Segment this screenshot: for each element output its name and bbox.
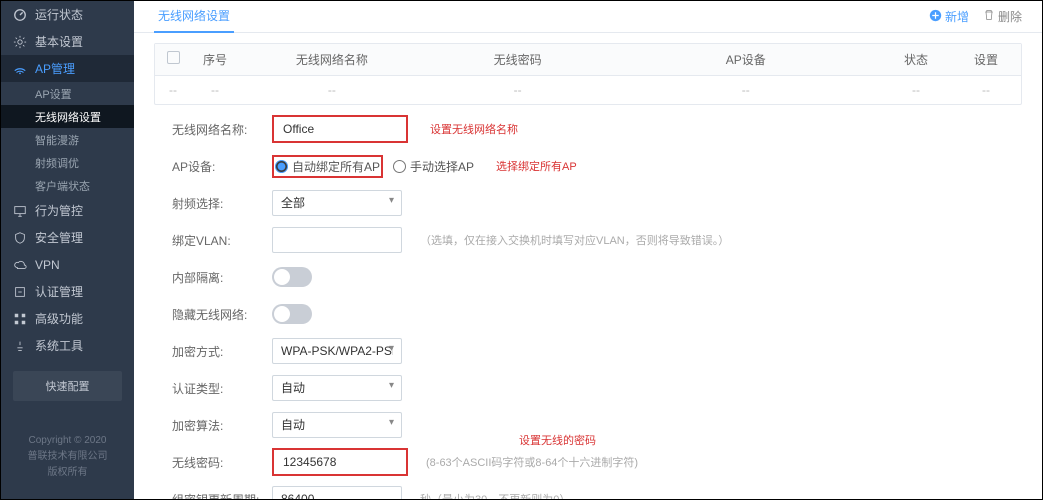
label-enc: 加密方式: bbox=[172, 343, 272, 360]
delete-button[interactable]: 删除 bbox=[983, 8, 1022, 25]
main: 无线网络设置 新增 删除 序号 无线网络名称 无线密码 AP设备 状态 bbox=[134, 1, 1042, 499]
label-name: 无线网络名称: bbox=[172, 121, 272, 138]
algorithm-select[interactable]: 自动 bbox=[272, 412, 402, 438]
vlan-input[interactable] bbox=[272, 227, 402, 253]
th-ap: AP设备 bbox=[610, 44, 881, 75]
note-name: 设置无线网络名称 bbox=[430, 121, 518, 137]
sidebar-item-status[interactable]: 运行状态 bbox=[1, 1, 134, 28]
hint-pwd: (8-63个ASCII码字符或8-64个十六进制字符) bbox=[426, 454, 638, 470]
auth-icon bbox=[13, 285, 27, 299]
highlight-name bbox=[272, 115, 408, 143]
monitor-icon bbox=[13, 204, 27, 218]
sidebar-item-label: VPN bbox=[35, 258, 60, 272]
sidebar-item-ap[interactable]: AP管理 bbox=[1, 55, 134, 82]
label-pwd: 无线密码: bbox=[172, 454, 272, 471]
dashboard-icon bbox=[13, 8, 27, 22]
sidebar-item-auth[interactable]: 认证管理 bbox=[1, 278, 134, 305]
label-auth: 认证类型: bbox=[172, 380, 272, 397]
label-vlan: 绑定VLAN: bbox=[172, 232, 272, 249]
cloud-icon bbox=[13, 258, 27, 272]
sidebar-item-tools[interactable]: 系统工具 bbox=[1, 332, 134, 359]
label-band: 射频选择: bbox=[172, 195, 272, 212]
sidebar-item-label: 行为管控 bbox=[35, 202, 83, 219]
highlight-ap: 自动绑定所有AP bbox=[272, 155, 383, 178]
sidebar-sub-roaming[interactable]: 智能漫游 bbox=[1, 128, 134, 151]
apps-icon bbox=[13, 312, 27, 326]
th-seq: 序号 bbox=[191, 44, 239, 75]
rekey-input[interactable] bbox=[272, 486, 402, 499]
trash-icon bbox=[983, 9, 995, 24]
th-name: 无线网络名称 bbox=[239, 44, 425, 75]
encryption-select[interactable]: WPA-PSK/WPA2-PSK（推 bbox=[272, 338, 402, 364]
sidebar-item-vpn[interactable]: VPN bbox=[1, 251, 134, 278]
label-isolate: 内部隔离: bbox=[172, 269, 272, 286]
radio-auto-bind[interactable]: 自动绑定所有AP bbox=[275, 158, 380, 175]
label-rekey: 组密钥更新周期: bbox=[172, 491, 272, 500]
hint-vlan: （选填，仅在接入交换机时填写对应VLAN，否则将导致错误。） bbox=[420, 232, 729, 248]
hint-rekey: 秒（最小为30，不更新则为0） bbox=[420, 491, 570, 499]
label-hide: 隐藏无线网络: bbox=[172, 306, 272, 323]
sidebar-footer: Copyright © 2020 普联技术有限公司 版权所有 bbox=[1, 421, 134, 499]
wireless-table: 序号 无线网络名称 无线密码 AP设备 状态 设置 -- -- -- -- --… bbox=[154, 43, 1022, 105]
sidebar-sub-wireless[interactable]: 无线网络设置 bbox=[1, 105, 134, 128]
gear-icon bbox=[13, 35, 27, 49]
shield-icon bbox=[13, 231, 27, 245]
sidebar-item-behavior[interactable]: 行为管控 bbox=[1, 197, 134, 224]
sidebar-item-advanced[interactable]: 高级功能 bbox=[1, 305, 134, 332]
sidebar-sub-rf[interactable]: 射频调优 bbox=[1, 151, 134, 174]
table-row-empty: -- -- -- -- -- -- -- bbox=[155, 76, 1021, 104]
sidebar-item-label: 安全管理 bbox=[35, 229, 83, 246]
sidebar-item-label: 认证管理 bbox=[35, 283, 83, 300]
note-ap: 选择绑定所有AP bbox=[496, 158, 577, 174]
add-button[interactable]: 新增 bbox=[929, 8, 969, 25]
quick-config-button[interactable]: 快速配置 bbox=[13, 371, 122, 401]
sidebar-item-basic[interactable]: 基本设置 bbox=[1, 28, 134, 55]
ssid-input[interactable] bbox=[275, 118, 405, 140]
password-input[interactable] bbox=[275, 451, 405, 473]
label-algo: 加密算法: bbox=[172, 417, 272, 434]
th-setting: 设置 bbox=[951, 44, 1021, 75]
sidebar-item-security[interactable]: 安全管理 bbox=[1, 224, 134, 251]
highlight-pwd bbox=[272, 448, 408, 476]
auth-type-select[interactable]: 自动 bbox=[272, 375, 402, 401]
ap-icon bbox=[13, 62, 27, 76]
sidebar: 运行状态 基本设置 AP管理 AP设置 无线网络设置 智能漫游 射频调优 客户端… bbox=[1, 1, 134, 499]
sidebar-item-label: 高级功能 bbox=[35, 310, 83, 327]
sidebar-item-label: 系统工具 bbox=[35, 337, 83, 354]
label-ap: AP设备: bbox=[172, 158, 272, 175]
band-select[interactable]: 全部 bbox=[272, 190, 402, 216]
sidebar-item-label: 基本设置 bbox=[35, 33, 83, 50]
select-all-checkbox[interactable] bbox=[167, 51, 180, 64]
th-status: 状态 bbox=[881, 44, 951, 75]
note-pwd: 设置无线的密码 bbox=[519, 432, 596, 448]
isolate-switch[interactable] bbox=[272, 267, 312, 287]
tools-icon bbox=[13, 339, 27, 353]
sidebar-item-label: AP管理 bbox=[35, 60, 75, 77]
radio-manual-select[interactable]: 手动选择AP bbox=[393, 158, 474, 175]
sidebar-sub-client[interactable]: 客户端状态 bbox=[1, 174, 134, 197]
plus-icon bbox=[929, 9, 942, 25]
wireless-form: 无线网络名称: 设置无线网络名称 AP设备: 自动绑定所有AP bbox=[134, 105, 1042, 499]
tab-bar: 无线网络设置 新增 删除 bbox=[134, 1, 1042, 33]
th-pwd: 无线密码 bbox=[425, 44, 611, 75]
sidebar-item-label: 运行状态 bbox=[35, 6, 83, 23]
sidebar-sub-ap-setting[interactable]: AP设置 bbox=[1, 82, 134, 105]
tab-wireless[interactable]: 无线网络设置 bbox=[154, 1, 234, 33]
hide-switch[interactable] bbox=[272, 304, 312, 324]
